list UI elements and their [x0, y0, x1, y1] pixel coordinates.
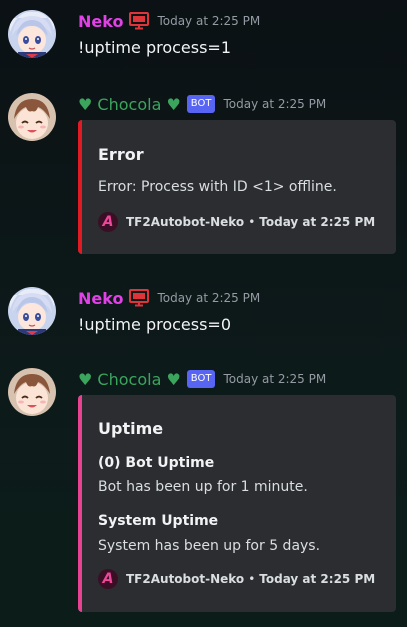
embed-title: Error [98, 145, 144, 164]
embed-color-bar [78, 395, 82, 612]
field-name-system-uptime: System Uptime [98, 513, 219, 529]
message-header: Neko Today at 2:25 PM [78, 10, 260, 32]
embed-footer: A TF2Autobot-Neko • Today at 2:25 PM [98, 569, 375, 589]
monitor-icon [129, 289, 150, 307]
message-header: Neko Today at 2:25 PM [78, 287, 260, 309]
tf2autobot-icon: A [98, 212, 118, 232]
field-value-bot-uptime: Bot has been up for 1 minute. [98, 479, 308, 495]
monitor-icon [129, 12, 150, 30]
footer-time: Today at 2:25 PM [259, 215, 376, 229]
embed-footer: A TF2Autobot-Neko • Today at 2:25 PM [98, 212, 375, 232]
embed-description: Error: Process with ID <1> offline. [98, 179, 337, 195]
embed-title: Uptime [98, 419, 164, 438]
bot-tag: BOT [186, 370, 216, 388]
author-name[interactable]: ♥ Chocola ♥ [78, 370, 181, 389]
avatar-chocola[interactable] [8, 93, 56, 141]
footer-text: TF2Autobot-Neko [126, 572, 245, 586]
timestamp: Today at 2:25 PM [223, 372, 327, 386]
bot-tag: BOT [186, 95, 216, 113]
author-name[interactable]: ♥ Chocola ♥ [78, 95, 181, 114]
embed-color-bar [78, 120, 82, 254]
message-header: ♥ Chocola ♥ BOT Today at 2:25 PM [78, 368, 326, 390]
avatar-neko[interactable] [8, 10, 56, 58]
footer-separator: • [248, 215, 256, 229]
tf2autobot-icon: A [98, 569, 118, 589]
timestamp: Today at 2:25 PM [223, 97, 327, 111]
footer-time: Today at 2:25 PM [259, 572, 376, 586]
avatar-chocola[interactable] [8, 368, 56, 416]
field-name-bot-uptime: (0) Bot Uptime [98, 455, 215, 471]
message-header: ♥ Chocola ♥ BOT Today at 2:25 PM [78, 93, 326, 115]
timestamp: Today at 2:25 PM [157, 291, 261, 305]
message-content: !uptime process=0 [78, 315, 232, 334]
avatar-neko[interactable] [8, 287, 56, 335]
timestamp: Today at 2:25 PM [157, 14, 261, 28]
footer-separator: • [248, 572, 256, 586]
embed-uptime: Uptime (0) Bot Uptime Bot has been up fo… [78, 395, 396, 612]
footer-text: TF2Autobot-Neko [126, 215, 245, 229]
field-value-system-uptime: System has been up for 5 days. [98, 538, 321, 554]
author-name[interactable]: Neko [78, 12, 123, 31]
embed-error: Error Error: Process with ID <1> offline… [78, 120, 396, 254]
author-name[interactable]: Neko [78, 289, 123, 308]
message-content: !uptime process=1 [78, 38, 232, 57]
